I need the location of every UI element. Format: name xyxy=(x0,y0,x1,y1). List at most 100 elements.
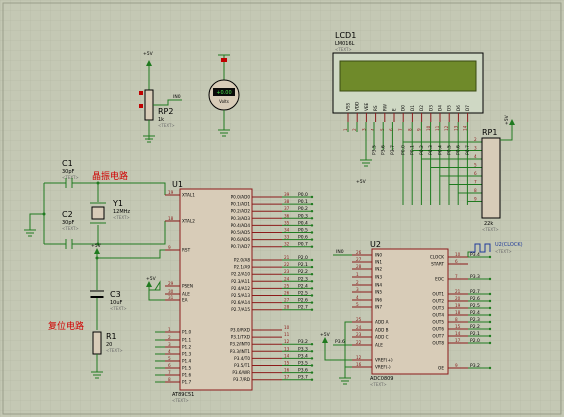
u2-left-pin-number: 2 xyxy=(356,280,359,285)
u1-left-pin-label: P1.6 xyxy=(182,373,192,378)
u1-left-pin-label: PSEN xyxy=(182,284,193,289)
lcd-pin-number: 14 xyxy=(463,125,468,131)
lcd-data-net: P0.1 xyxy=(410,145,416,155)
lcd-pin-number: 2 xyxy=(352,128,357,131)
u2-right-pin-label: OUT6 xyxy=(432,327,444,332)
rp1-pin-number: 3 xyxy=(474,146,477,151)
u1-right-pin-number: 36 xyxy=(284,213,290,218)
lcd-data-net: P0.5 xyxy=(447,145,453,155)
u1-left-pin-label: P1.2 xyxy=(182,345,192,350)
rp1-tag: <TEXT> xyxy=(482,227,499,232)
u1-left-pin-number: 18 xyxy=(168,216,174,221)
u2-net-terminal xyxy=(488,334,492,338)
rp2-tag: <TEXT> xyxy=(158,123,175,128)
u2-net-terminal xyxy=(488,341,492,345)
u2-left-pin-label: ADD C xyxy=(375,335,389,340)
c2-ref: C2 xyxy=(62,210,73,219)
lcd-pin-label: RS xyxy=(373,105,378,111)
u1-net-terminal xyxy=(310,308,314,311)
u1-net-label: P3.7 xyxy=(298,375,308,381)
r1-tag: <TEXT> xyxy=(106,348,123,353)
lcd-data-net: P0.2 xyxy=(419,145,425,155)
u2-right-pin-label: START xyxy=(431,262,444,267)
u1-right-pin-label: P2.5/A13 xyxy=(231,293,250,298)
u2-right-pin-number: 6 xyxy=(455,259,458,264)
u2-net-label: P2.6 xyxy=(470,296,480,302)
u1-right-pin-number: 10 xyxy=(284,325,290,330)
u1-left-pin-label: XTAL1 xyxy=(182,193,195,198)
u2-left-pin-number: 5 xyxy=(356,302,359,307)
u2-left-pin-number: 26 xyxy=(356,250,362,255)
lcd-pin-number: 1 xyxy=(343,128,348,131)
u2-left-pin-label: VREF(+) xyxy=(375,358,393,363)
u2-left-pin-number: 12 xyxy=(356,355,362,360)
u1-right-pin-number: 38 xyxy=(284,199,290,204)
u2-left-pin-number: 1 xyxy=(356,272,359,277)
voltmeter-label: Volts xyxy=(219,99,229,104)
lcd-pin-label: RW xyxy=(382,104,387,111)
rp1-pin-number: 6 xyxy=(474,171,477,176)
u1-right-pin-label: P2.1/A9 xyxy=(234,265,250,270)
u1-tag: <TEXT> xyxy=(172,398,189,403)
u1-left-pin-number: 1 xyxy=(168,327,171,332)
u2-left-pin-number: 4 xyxy=(356,295,359,300)
u1-net-label: P0.3 xyxy=(298,213,308,219)
u1-net-label: P2.5 xyxy=(298,291,308,297)
u1-right-pin-number: 22 xyxy=(284,262,290,267)
lcd-pin-label: E xyxy=(392,108,397,111)
u1-left-pin-number: 2 xyxy=(168,335,171,340)
u2-vref-net: +5V xyxy=(320,332,331,338)
u1-net-terminal xyxy=(310,258,314,262)
reset-power: +5V xyxy=(91,243,102,249)
u2-right-pin-label: OUT7 xyxy=(432,334,444,339)
u2-net-label: P2.7 xyxy=(470,289,480,295)
lcd-pin-label: D7 xyxy=(465,105,470,111)
u1-right-pin-label: P0.0/AD0 xyxy=(231,195,251,200)
u1-right-pin-label: P0.7/AD7 xyxy=(231,244,251,249)
u2-ref: U2 xyxy=(370,240,381,249)
rp1-pin-number: 4 xyxy=(474,154,477,159)
u2-net-label: P3.4 xyxy=(470,252,480,258)
lcd-pin-number: 4 xyxy=(371,128,376,131)
u1-right-pin-number: 33 xyxy=(284,235,290,240)
u1-net-terminal xyxy=(310,224,314,227)
u2-net-terminal xyxy=(488,255,492,259)
u1-right-pin-number: 28 xyxy=(284,305,290,310)
u1-right-pin-number: 16 xyxy=(284,368,290,373)
clock-label: U2(CLOCK) xyxy=(495,242,523,248)
u2-tag: <TEXT> xyxy=(370,382,387,387)
u1-left-pin-label: EA xyxy=(182,298,188,303)
lcd-pin-label: D5 xyxy=(447,105,452,111)
u1-net-label: P0.0 xyxy=(298,192,308,198)
lcd-pin-label: D4 xyxy=(438,105,443,111)
u2-left-pin-label: IN0 xyxy=(375,253,382,258)
u2-right-pin-label: OE xyxy=(438,366,444,371)
u2-right-pin-label: OUT2 xyxy=(432,299,444,304)
u2-in0-net: IN0 xyxy=(336,249,344,255)
u1-net-label: P2.4 xyxy=(298,283,308,289)
u1-left-pin-number: 30 xyxy=(168,289,174,294)
u1-net-terminal xyxy=(310,273,314,276)
u2-net-label: P2.2 xyxy=(470,324,480,330)
u1-net-terminal xyxy=(310,265,314,269)
u1-right-pin-label: P3.7/RD xyxy=(233,377,250,382)
lcd-pin-number: 7 xyxy=(398,128,403,131)
u1-right-pin-number: 24 xyxy=(284,276,290,281)
u1-right-pin-number: 15 xyxy=(284,361,290,366)
u2-left-pin-label: IN4 xyxy=(375,283,382,288)
u2-right-pin-label: OUT3 xyxy=(432,306,444,311)
schematic-canvas[interactable]: LCD1 LM016L <TEXT> VSS1VDD2VEE3RS4RW5E6D… xyxy=(0,0,564,417)
u1-right-pin-label: P3.6/WR xyxy=(232,370,250,375)
lcd-pin-number: 6 xyxy=(389,128,394,131)
u1-net-terminal xyxy=(310,357,314,360)
u1-right-pin-number: 23 xyxy=(284,269,290,274)
u2-left-pin-label: ADD A xyxy=(375,320,389,325)
u1-net-label: P3.3 xyxy=(298,346,308,352)
lcd-pin-number: 13 xyxy=(453,125,458,131)
rp1-ref: RP1 xyxy=(482,128,497,137)
u1-net-terminal xyxy=(310,301,314,304)
u1-right-pin-label: P2.6/A14 xyxy=(231,300,250,305)
u2-net-terminal xyxy=(488,277,492,281)
u1-right-pin-label: P3.3/INT1 xyxy=(230,349,251,354)
u1-right-pin-label: P0.3/AD3 xyxy=(231,216,251,221)
